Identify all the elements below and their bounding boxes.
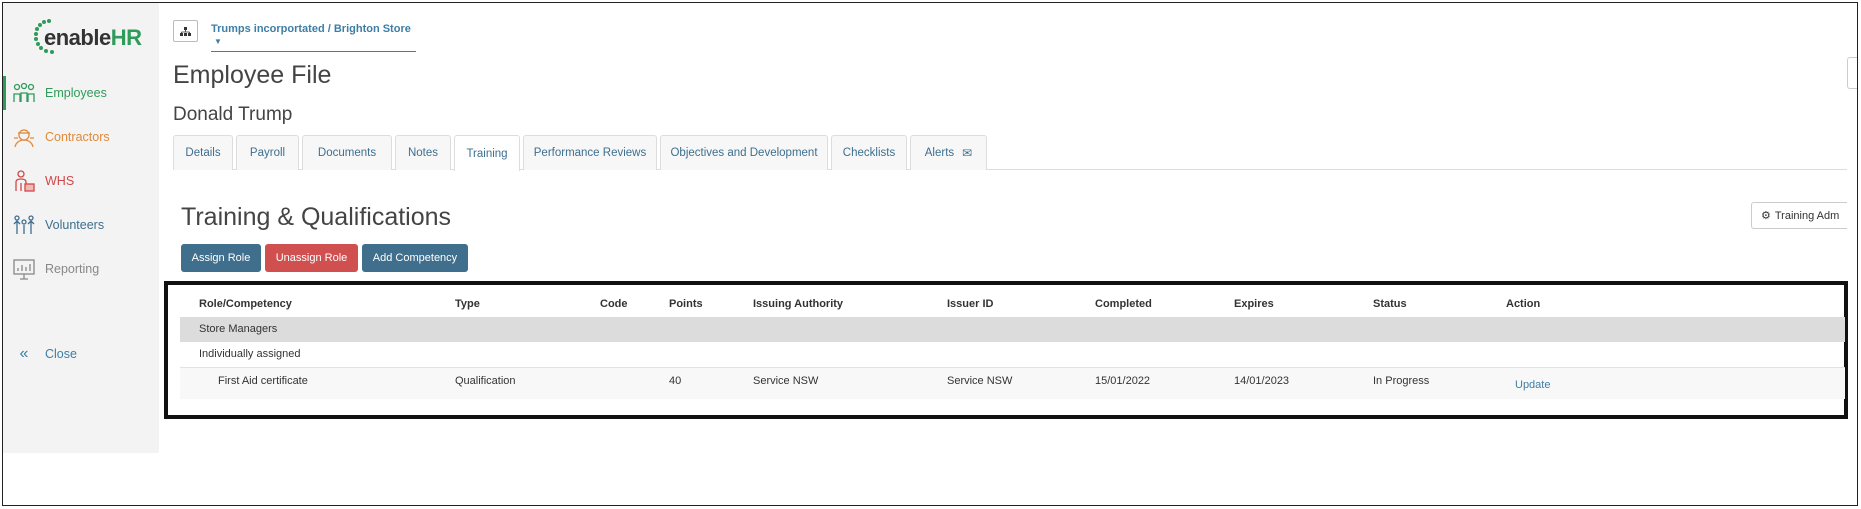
page-title: Employee File — [173, 61, 332, 89]
column-header-code: Code — [600, 298, 628, 310]
contractors-icon — [11, 124, 37, 150]
sidebar-item-contractors[interactable]: Contractors — [3, 120, 159, 154]
column-header-expires: Expires — [1234, 298, 1274, 310]
cell-role-competency: First Aid certificate — [218, 375, 308, 387]
tab-alerts-label: Alerts — [924, 147, 955, 159]
sidebar-item-label: Volunteers — [45, 218, 105, 232]
column-header-status: Status — [1373, 298, 1407, 310]
training-table: Role/Competency Type Code Points Issuing… — [164, 281, 1848, 419]
unassign-role-button[interactable]: Unassign Role — [265, 244, 358, 272]
assign-role-button[interactable]: Assign Role — [181, 244, 261, 272]
sidebar-item-label: WHS — [45, 174, 75, 188]
column-header-points: Points — [669, 298, 703, 310]
cell-status: In Progress — [1373, 375, 1430, 387]
tab-alerts[interactable]: Alerts ✉ — [910, 135, 987, 170]
group-name: Store Managers — [199, 323, 278, 335]
org-selector-dropdown[interactable]: Trumps incorportated / Brighton Store ▼ — [211, 23, 416, 52]
update-link[interactable]: Update — [1515, 379, 1550, 391]
table-row: First Aid certificate Qualification 40 S… — [180, 367, 1845, 399]
sidebar-item-label: Contractors — [45, 130, 110, 144]
column-header-action: Action — [1506, 298, 1541, 310]
sidebar-item-volunteers[interactable]: Volunteers — [3, 208, 159, 242]
tab-objectives-and-development[interactable]: Objectives and Development — [660, 135, 828, 170]
reporting-icon — [11, 256, 37, 282]
column-header-type: Type — [455, 298, 480, 310]
group-row: Store Managers — [180, 317, 1845, 342]
section-title: Training & Qualifications — [181, 203, 452, 231]
gears-icon: ⚙ — [1761, 210, 1771, 222]
employee-name: Donald Trump — [173, 104, 293, 125]
sidebar-item-whs[interactable]: WHS — [3, 164, 159, 198]
cell-issuer-id: Service NSW — [947, 375, 1013, 387]
app-window: enableHR Employees Contractors WHS Volun… — [2, 2, 1858, 506]
org-tree-button[interactable] — [173, 20, 198, 42]
main-content: Trumps incorportated / Brighton Store ▼ … — [164, 3, 1857, 505]
column-header-role-competency: Role/Competency — [199, 298, 292, 310]
org-tree-icon — [180, 26, 191, 36]
tab-checklists[interactable]: Checklists — [831, 135, 907, 170]
sidebar-item-employees[interactable]: Employees — [3, 76, 159, 110]
cell-points: 40 — [669, 375, 682, 387]
tab-payroll[interactable]: Payroll — [236, 135, 299, 170]
logo-text: enableHR — [44, 25, 142, 50]
sidebar-item-label: Employees — [45, 86, 107, 100]
subgroup-label: Individually assigned — [199, 348, 301, 360]
sidebar-close-button[interactable]: « Close — [3, 337, 159, 371]
employees-icon — [11, 80, 37, 106]
tab-bar: Details Payroll Documents Notes Training… — [173, 135, 1847, 171]
volunteers-icon — [11, 212, 37, 238]
sidebar-item-label: Reporting — [45, 262, 100, 276]
whs-icon — [11, 168, 37, 194]
envelope-icon: ✉ — [962, 146, 973, 160]
header-action-button[interactable] — [1847, 57, 1857, 89]
tab-performance-reviews[interactable]: Performance Reviews — [523, 135, 657, 170]
caret-down-icon: ▼ — [214, 37, 222, 46]
column-header-issuing-authority: Issuing Authority — [753, 298, 844, 310]
enablehr-logo[interactable]: enableHR — [33, 17, 143, 57]
cell-issuing-authority: Service NSW — [753, 375, 819, 387]
tab-details[interactable]: Details — [173, 135, 233, 170]
tab-training[interactable]: Training — [454, 135, 520, 171]
column-header-completed: Completed — [1095, 298, 1152, 310]
cell-type: Qualification — [455, 375, 516, 387]
cell-completed: 15/01/2022 — [1095, 375, 1151, 387]
column-header-issuer-id: Issuer ID — [947, 298, 994, 310]
tab-documents[interactable]: Documents — [302, 135, 392, 170]
training-admin-button[interactable]: ⚙ Training Adm — [1751, 202, 1847, 229]
double-chevron-left-icon: « — [19, 345, 29, 362]
add-competency-button[interactable]: Add Competency — [362, 244, 468, 272]
sidebar-close-label: Close — [45, 347, 77, 361]
sidebar-item-reporting[interactable]: Reporting — [3, 252, 159, 286]
tab-notes[interactable]: Notes — [395, 135, 451, 170]
cell-expires: 14/01/2023 — [1234, 375, 1290, 387]
sidebar: enableHR Employees Contractors WHS Volun… — [3, 3, 159, 453]
